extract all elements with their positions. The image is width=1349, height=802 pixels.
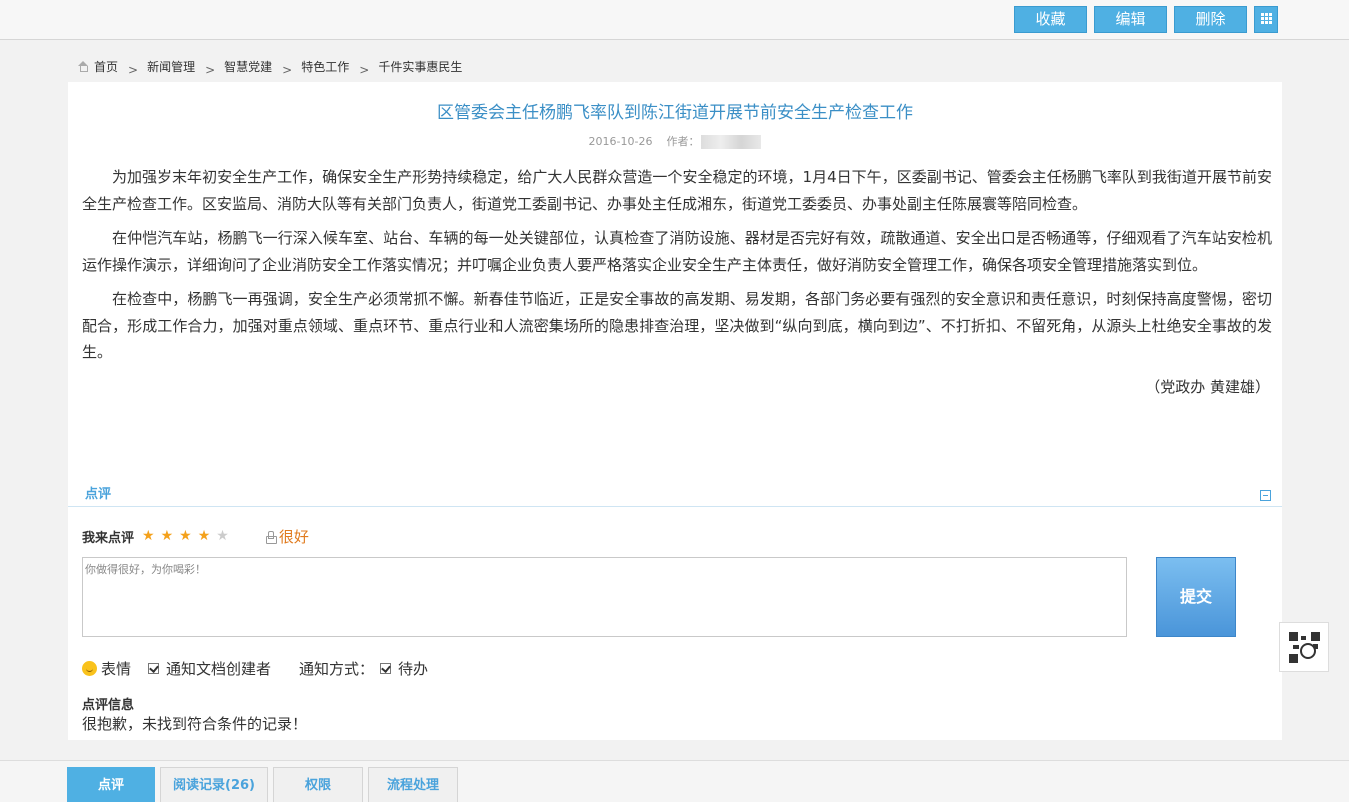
rating-row: 我来点评 ★ ★ ★ ★ ★ 很好 [82,526,309,546]
article-panel: 区管委会主任杨鹏飞率队到陈江街道开展节前安全生产检查工作 2016-10-26 … [68,82,1282,740]
notify-creator-checkbox[interactable] [148,662,160,674]
breadcrumb-separator: > [282,63,293,77]
breadcrumb-separator: > [205,63,216,77]
article-paragraph: 在检查中，杨鹏飞一再强调，安全生产必须常抓不懈。新春佳节临近，正是安全事故的高发… [82,290,1272,361]
tab-permissions[interactable]: 权限 [273,767,363,802]
rating-text: 很好 [278,527,309,546]
rating-label: 我来点评 [82,530,135,546]
article-body: 为加强岁末年初安全生产工作，确保安全生产形势持续稳定，给广大人民群众营造一个安全… [82,164,1272,408]
star-icon[interactable]: ★ [179,528,192,544]
tab-comment[interactable]: 点评 [67,767,155,802]
qr-code-button[interactable] [1279,622,1329,672]
star-icon[interactable]: ★ [216,528,229,544]
collapse-icon[interactable] [1260,490,1271,501]
top-toolbar: 收藏 编辑 删除 [0,0,1349,40]
smile-icon[interactable] [82,660,97,676]
article-paragraph: 在仲恺汽车站，杨鹏飞一行深入候车室、站台、车辆的每一处关键部位，认真检查了消防设… [82,229,1272,274]
comment-info-text: 很抱歉，未找到符合条件的记录！ [82,715,308,733]
emoji-label[interactable]: 表情 [101,658,131,679]
favorite-button[interactable]: 收藏 [1014,6,1087,33]
comment-section-header: 点评 [68,477,1282,507]
edit-button[interactable]: 编辑 [1094,6,1167,33]
thumb-icon [265,530,277,544]
notify-todo-checkbox[interactable] [380,662,392,674]
author-label: 作者： [666,135,700,148]
breadcrumb-item-home[interactable]: 首页 [94,58,118,75]
notify-creator-label: 通知文档创建者 [166,659,272,678]
star-icon[interactable]: ★ [142,528,155,544]
submit-button[interactable]: 提交 [1156,557,1236,637]
breadcrumb-item-special-work[interactable]: 特色工作 [301,58,349,75]
author-name-redacted [701,135,762,149]
breadcrumb-item-current[interactable]: 千件实事惠民生 [378,58,462,75]
comment-textarea[interactable]: 你做得很好，为你喝彩！ [82,557,1127,637]
notify-method-label: 通知方式： [299,659,375,678]
article-meta: 2016-10-26 作者： [68,133,1282,149]
bottom-tab-bar: 点评 阅读记录(26) 权限 流程处理 [0,760,1349,802]
comment-section-title: 点评 [85,487,112,502]
article-date: 2016-10-26 [588,135,653,148]
tab-read-records[interactable]: 阅读记录(26) [160,767,268,802]
star-icon[interactable]: ★ [198,528,211,544]
qr-code-icon [1289,632,1320,663]
comment-info-label: 点评信息 [82,698,135,713]
tab-workflow[interactable]: 流程处理 [368,767,458,802]
breadcrumb-item-smart-party[interactable]: 智慧党建 [224,58,272,75]
star-icon[interactable]: ★ [161,528,174,544]
delete-button[interactable]: 删除 [1174,6,1247,33]
breadcrumb-separator: > [128,63,139,77]
article-signature: （党政办 黄建雄） [1145,377,1270,396]
notify-todo-label: 待办 [398,659,429,678]
home-icon [77,60,89,72]
grid-icon [1261,13,1272,24]
breadcrumb-separator: > [359,63,370,77]
breadcrumb-item-news-management[interactable]: 新闻管理 [147,58,195,75]
article-title: 区管委会主任杨鹏飞率队到陈江街道开展节前安全生产检查工作 [437,103,913,123]
breadcrumb: 首页 > 新闻管理 > 智慧党建 > 特色工作 > 千件实事惠民生 [77,57,462,77]
more-menu-button[interactable] [1254,6,1278,33]
comment-options: 表情 通知文档创建者 通知方式： 待办 [82,658,428,678]
article-paragraph: 为加强岁末年初安全生产工作，确保安全生产形势持续稳定，给广大人民群众营造一个安全… [82,168,1272,213]
